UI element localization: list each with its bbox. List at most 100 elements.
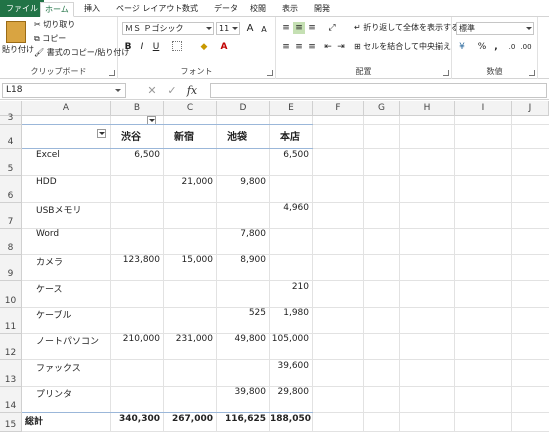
insert-function-icon[interactable]: fx [182,83,202,98]
tab-review[interactable]: 校閲 [246,2,270,17]
clipboard-group-label: クリップボード [30,67,87,76]
wrap-text-button[interactable]: ↵ 折り返して全体を表示する [354,23,459,33]
row-number: 15 [4,420,17,430]
row-header[interactable]: 5 [0,149,22,176]
align-right-icon[interactable]: ≡ [306,41,318,53]
row-header[interactable]: 7 [0,203,22,229]
cancel-icon[interactable]: ✕ [142,83,162,98]
fill-color-icon[interactable]: ◆ [198,41,210,53]
pivot-row-label: HDD [36,177,57,187]
tab-formulas[interactable]: 数式 [178,2,202,17]
row-header[interactable]: 10 [0,281,22,308]
column-header[interactable]: A [22,101,111,116]
column-header[interactable]: H [400,101,455,116]
row-header[interactable]: 15 [0,413,22,432]
name-box[interactable]: L18 [2,83,126,98]
number-launcher-icon[interactable] [529,70,535,76]
wrap-text-icon: ↵ [354,23,361,32]
tab-home[interactable]: ホーム [40,2,74,17]
pivot-column-header: 新宿 [174,132,194,143]
filter-dropdown-icon[interactable] [97,129,106,138]
number-format-select[interactable]: 標準 [456,22,534,35]
tab-data[interactable]: データ [210,2,242,17]
align-bottom-icon[interactable]: ≡ [306,22,318,34]
column-header[interactable]: F [313,101,364,116]
chevron-down-icon [206,27,212,30]
formula-input[interactable] [210,83,547,98]
row-number: 4 [7,137,14,147]
cut-button[interactable]: ✂ 切り取り [34,20,75,30]
percent-button[interactable]: % [476,41,488,53]
increase-decimal-icon[interactable]: .0 [506,41,518,53]
column-header[interactable]: B [111,101,164,116]
clipboard-group: 貼り付け ✂ 切り取り ⧉ コピー 🖌 書式のコピー/貼り付け クリップボード [0,17,129,79]
row-header[interactable]: 6 [0,176,22,203]
column-header[interactable]: I [455,101,512,116]
row-number: 13 [4,375,17,385]
tab-page-layout[interactable]: ページ レイアウト [112,2,186,17]
gridline [110,116,111,432]
row-header[interactable]: 11 [0,308,22,334]
orientation-icon[interactable]: ⤢ [326,22,338,34]
comma-button[interactable]: , [490,41,502,53]
copy-button[interactable]: ⧉ コピー [34,34,66,44]
align-left-icon[interactable]: ≡ [280,41,292,53]
decrease-decimal-icon[interactable]: .00 [520,41,532,53]
font-size-select[interactable]: 11 [216,22,240,35]
grand-total-cell: 340,300 [119,414,160,424]
format-painter-button[interactable]: 🖌 書式のコピー/貼り付け [34,48,129,58]
row-number: 14 [4,401,17,411]
increase-indent-icon[interactable]: ⇥ [335,41,347,53]
alignment-launcher-icon[interactable] [443,70,449,76]
format-painter-label: 書式のコピー/貼り付け [46,48,130,57]
row-header[interactable]: 12 [0,334,22,360]
gridline [163,116,164,432]
tab-file[interactable]: ファイル [0,0,44,17]
row-header[interactable]: 8 [0,229,22,255]
decrease-indent-icon[interactable]: ⇤ [322,41,334,53]
italic-button[interactable]: I [136,41,148,53]
shrink-font-button[interactable]: A [258,24,270,36]
align-middle-icon[interactable]: ≡ [293,22,305,34]
number-group-label: 数値 [486,67,503,76]
font-launcher-icon[interactable] [267,70,273,76]
row-number: 3 [7,113,14,123]
bold-button[interactable]: B [122,41,134,53]
font-name-select[interactable]: ＭＳ Ｐゴシック [122,22,214,35]
column-header[interactable]: C [164,101,217,116]
column-header[interactable]: J [512,101,549,116]
chevron-down-icon [115,89,121,92]
gridline [399,116,400,432]
row-header[interactable]: 4 [0,125,22,149]
tab-view[interactable]: 表示 [278,2,302,17]
paste-button[interactable]: 貼り付け [2,45,34,55]
enter-icon[interactable]: ✓ [162,83,182,98]
worksheet-grid[interactable]: A B C D E F G H I J 3 4 5 6 7 8 9 10 11 12 13 14 15 渋谷 新宿 池袋 本店 Exc… [0,101,549,432]
pivot-row-label: ケーブル [36,311,72,321]
number-group: 標準 ¥ % , .0 .00 数値 [452,17,538,79]
underline-button[interactable]: U [150,41,162,53]
grand-total-cell: 267,000 [172,414,213,424]
tab-developer[interactable]: 開発 [310,2,334,17]
font-color-icon[interactable]: A [218,41,230,53]
borders-icon[interactable] [172,41,182,51]
tab-insert[interactable]: 挿入 [80,2,104,17]
grow-font-button[interactable]: A [244,23,256,35]
clipboard-launcher-icon[interactable] [109,70,115,76]
chevron-down-icon [526,27,532,30]
paste-icon[interactable] [6,21,26,43]
row-header[interactable]: 13 [0,360,22,387]
column-header[interactable]: D [217,101,270,116]
column-header[interactable]: E [270,101,313,116]
column-header[interactable]: G [364,101,400,116]
align-top-icon[interactable]: ≡ [280,22,292,34]
scissors-icon: ✂ [34,20,41,29]
row-header[interactable]: 3 [0,113,22,125]
name-box-value: L18 [6,85,23,95]
row-header[interactable]: 14 [0,387,22,413]
row-header[interactable]: 9 [0,255,22,281]
merge-center-button[interactable]: ⊞ セルを結合して中央揃え [354,42,451,52]
align-center-icon[interactable]: ≡ [293,41,305,53]
currency-icon[interactable]: ¥ [456,41,468,53]
pivot-row-label: ケース [36,285,63,295]
